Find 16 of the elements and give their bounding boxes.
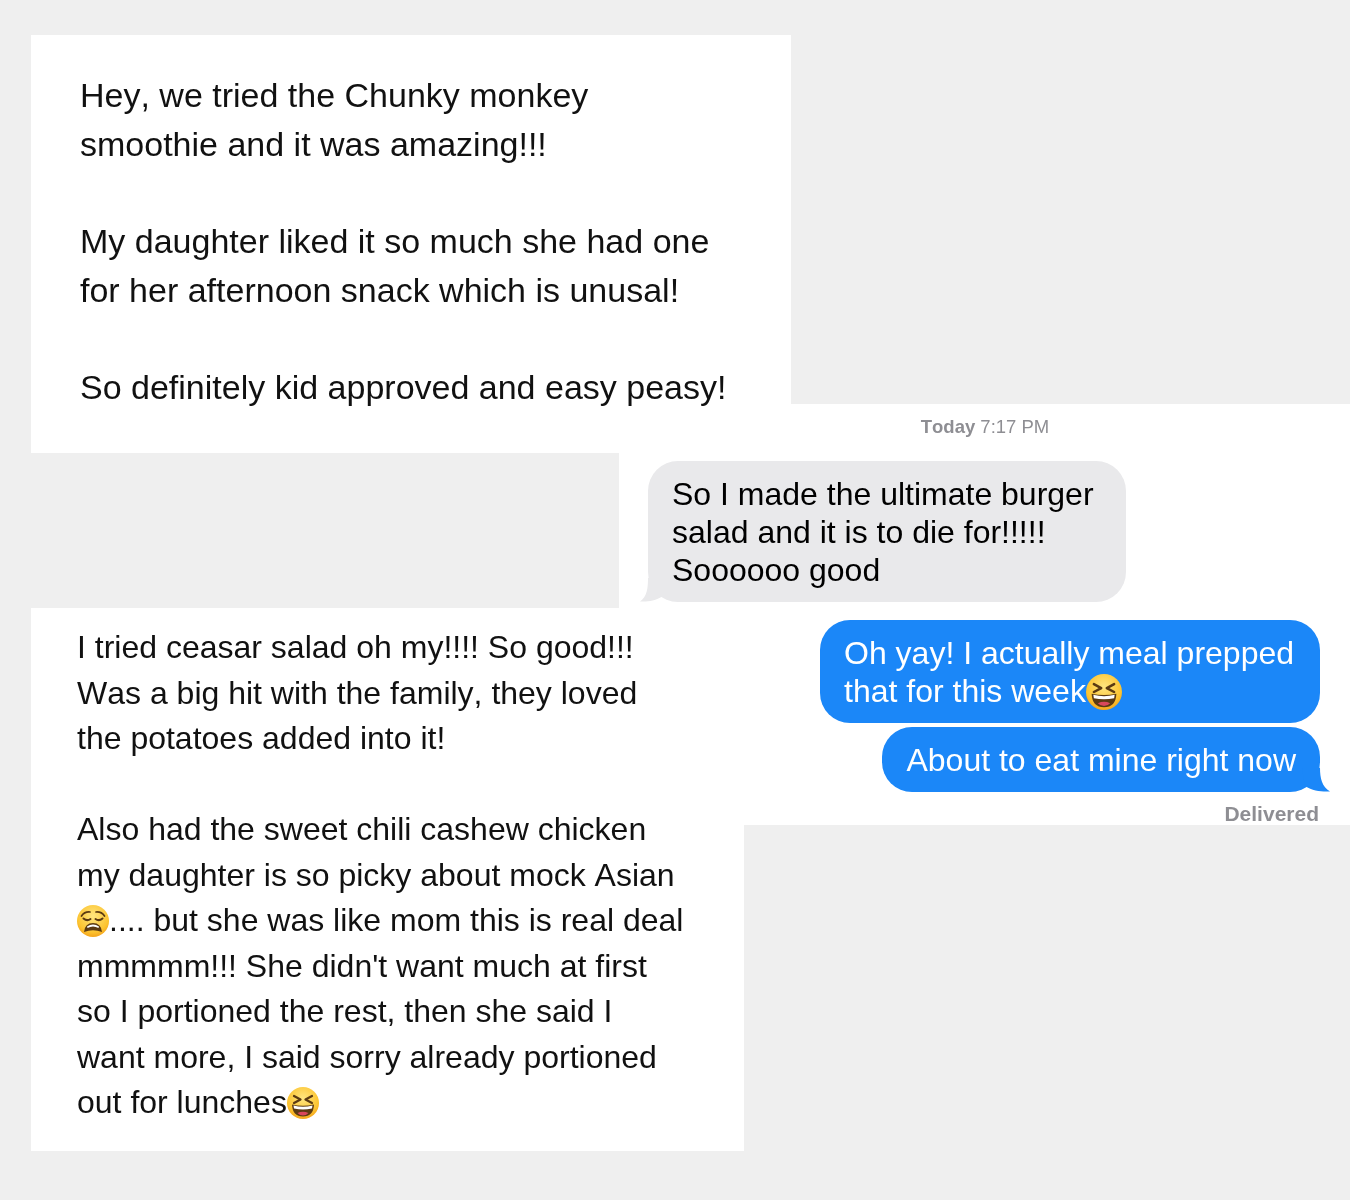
message-text: My daughter liked it so much she had one for her afternoon snack which is unusal!: [80, 222, 710, 309]
timestamp: Today 7:17 PM: [920, 415, 1050, 439]
message-text: Oh yay! I actually meal prepped: [844, 634, 1294, 671]
message-text: About to eat mine right now: [906, 741, 1296, 778]
message-text: out for lunches: [77, 1084, 287, 1120]
message-text: that for this week: [844, 672, 1086, 709]
message-text: I tried ceasar salad oh my!!!! So good!!! Was a big hit with the family, they loved the potatoes added into it!: [77, 629, 638, 756]
message-text: .... but she was like mom this is real deal: [109, 902, 684, 938]
laughing-face-icon: [1085, 673, 1122, 710]
message-text: So I made the ultimate burger salad and it is to die for!!!!! Soooooo good: [672, 475, 1094, 588]
weary-face-icon: [77, 905, 109, 937]
message-text: Also had the sweet chili cashew chicken my daughter is so picky about mock Asian: [77, 811, 675, 893]
laughing-face-icon: [286, 1087, 319, 1119]
message-text: Hey, we tried the Chunky monkey smoothie and it was amazing!!!: [80, 76, 589, 163]
delivery-status: Delivered: [1224, 802, 1319, 826]
message-text: So definitely kid approved and easy peasy!: [80, 368, 727, 407]
